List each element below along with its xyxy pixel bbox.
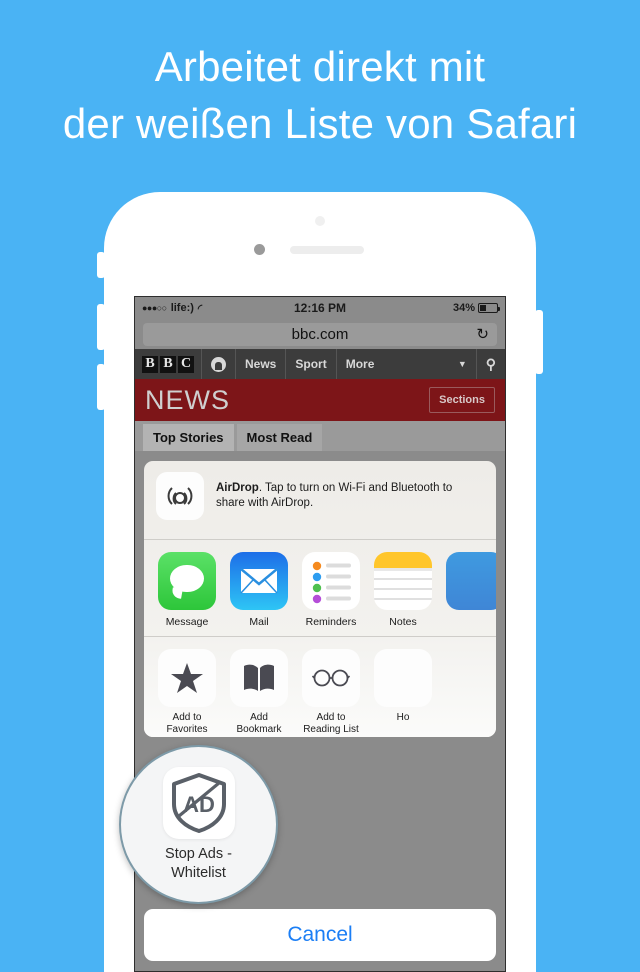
bbc-logo-letter-1: B [142, 355, 158, 373]
iplayer-icon [211, 356, 226, 372]
airdrop-icon [156, 472, 204, 520]
power-button[interactable] [535, 310, 543, 374]
news-masthead: NEWS Sections [135, 379, 505, 421]
tab-top-stories[interactable]: Top Stories [143, 424, 234, 451]
share-app-partial[interactable] [446, 552, 496, 626]
magnifier-label: Stop Ads - Whitelist [165, 845, 232, 883]
status-bar: ●●●○○ life:) ◜ 12:16 PM 34% [135, 297, 505, 319]
share-sheet: AirDrop. Tap to turn on Wi-Fi and Blueto… [144, 461, 496, 737]
message-icon [158, 552, 216, 610]
nav-search-button[interactable]: ⚲ [475, 349, 505, 379]
nav-more-label: More [345, 357, 375, 371]
share-app-reminders[interactable]: Reminders [302, 552, 360, 628]
headline-line-1: Arbeitet direkt mit [154, 43, 486, 90]
earpiece-speaker [290, 246, 364, 254]
magnifier-callout[interactable]: AD Stop Ads - Whitelist [119, 745, 278, 904]
bbc-global-nav: B B C News Sport More ▼ ⚲ [135, 349, 505, 379]
star-icon [158, 649, 216, 707]
cancel-button[interactable]: Cancel [144, 909, 496, 961]
proximity-sensor-icon [315, 216, 325, 226]
sections-button[interactable]: Sections [429, 387, 495, 413]
battery-percent-label: 34% [452, 302, 475, 314]
browser-toolbar: bbc.com ↻ [135, 319, 505, 349]
nav-item-iplayer[interactable] [201, 349, 235, 379]
glasses-icon [302, 649, 360, 707]
search-icon: ⚲ [485, 355, 496, 372]
action-label: Add Bookmark [236, 712, 282, 735]
nav-item-more[interactable]: More ▼ [335, 349, 476, 379]
clock-label: 12:16 PM [293, 301, 347, 315]
share-app-label: Notes [389, 616, 417, 628]
chevron-down-icon: ▼ [457, 359, 467, 369]
action-add-to-home-screen[interactable]: Ho [374, 649, 432, 725]
url-text: bbc.com [291, 325, 349, 343]
share-app-label: Message [165, 616, 209, 628]
silence-switch[interactable] [97, 252, 105, 278]
share-app-label: Mail [249, 616, 269, 628]
action-label: Add to Reading List [303, 712, 359, 735]
action-add-bookmark[interactable]: Add Bookmark [230, 649, 288, 735]
airdrop-row[interactable]: AirDrop. Tap to turn on Wi-Fi and Blueto… [144, 461, 496, 539]
magnifier-label-line-2: Whitelist [171, 864, 226, 881]
share-app-label: Reminders [305, 616, 357, 628]
bbc-logo[interactable]: B B C [135, 355, 201, 373]
nav-item-news[interactable]: News [235, 349, 285, 379]
home-screen-icon [374, 649, 432, 707]
share-app-mail[interactable]: Mail [230, 552, 288, 628]
mail-icon [230, 552, 288, 610]
notes-icon [374, 552, 432, 610]
share-actions-row: Add to Favorites Add Bookmark Add to Rea… [144, 637, 496, 737]
battery-icon [478, 303, 500, 313]
tab-most-read[interactable]: Most Read [236, 424, 323, 451]
reload-icon[interactable]: ↻ [476, 325, 489, 343]
front-camera-icon [254, 244, 265, 255]
bbc-logo-letter-2: B [160, 355, 176, 373]
headline-line-2: der weißen Liste von Safari [62, 100, 578, 147]
share-apps-row: Message Mail Reminders Notes [144, 540, 496, 636]
book-icon [230, 649, 288, 707]
reminders-icon [302, 552, 360, 610]
share-app-notes[interactable]: Notes [374, 552, 432, 628]
cancel-label: Cancel [287, 923, 353, 946]
action-add-to-favorites[interactable]: Add to Favorites [158, 649, 216, 735]
address-bar[interactable]: bbc.com ↻ [143, 322, 497, 346]
action-label: Ho [396, 712, 410, 723]
share-app-message[interactable]: Message [158, 552, 216, 628]
partial-app-icon [446, 552, 496, 610]
action-add-to-reading-list[interactable]: Add to Reading List [302, 649, 360, 735]
svg-text:AD: AD [183, 792, 215, 817]
volume-up-button[interactable] [97, 304, 105, 350]
news-logo: NEWS [145, 384, 230, 415]
airdrop-title: AirDrop [216, 482, 259, 494]
volume-down-button[interactable] [97, 364, 105, 410]
nav-item-sport[interactable]: Sport [285, 349, 335, 379]
bbc-logo-letter-3: C [178, 355, 194, 373]
ad-shield-icon: AD [162, 766, 235, 839]
action-label: Add to Favorites [166, 712, 208, 735]
magnifier-label-line-1: Stop Ads - [165, 845, 232, 862]
news-tabs: Top Stories Most Read [135, 421, 505, 451]
airdrop-text: AirDrop. Tap to turn on Wi-Fi and Blueto… [216, 481, 484, 511]
page-title: Arbeitet direkt mit der weißen Liste von… [0, 38, 640, 152]
